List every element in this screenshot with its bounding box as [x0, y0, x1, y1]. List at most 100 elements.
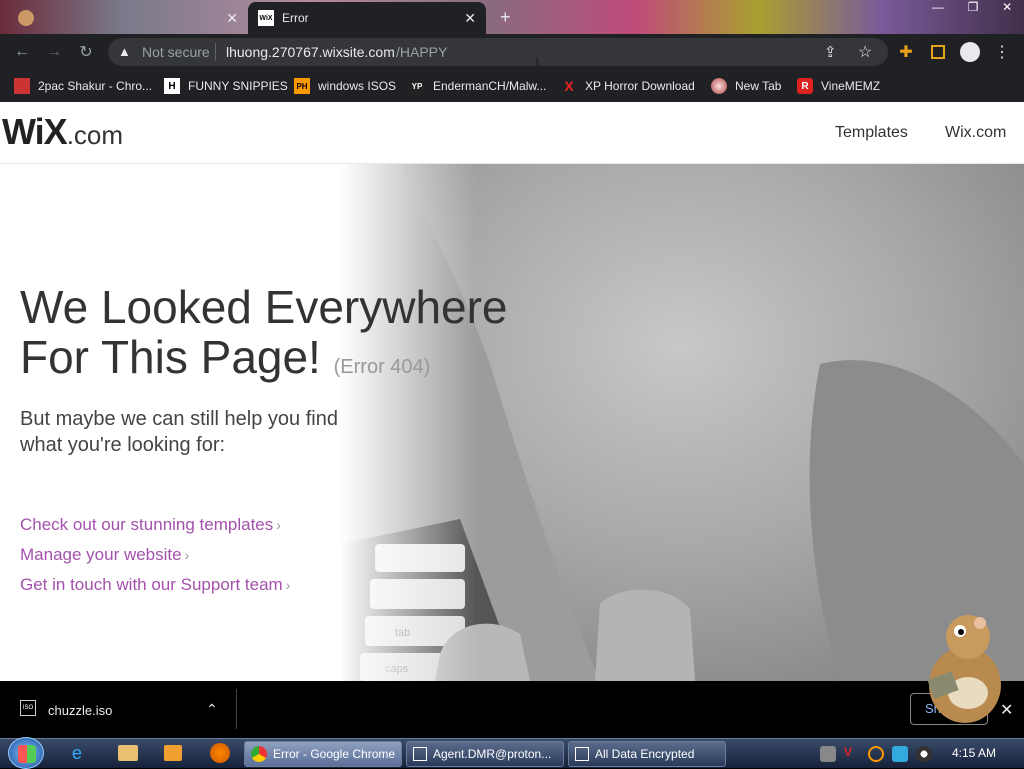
- media-player-icon[interactable]: [164, 745, 182, 761]
- r-icon: R: [797, 78, 813, 94]
- close-window-icon[interactable]: ✕: [1002, 0, 1012, 18]
- divider: [215, 43, 216, 61]
- ie-icon[interactable]: e: [72, 743, 82, 764]
- tab-active[interactable]: WiX Error ✕: [248, 2, 486, 34]
- tray-magnifier-icon[interactable]: [868, 746, 884, 762]
- taskbar-clock[interactable]: 4:15 AM: [952, 746, 996, 760]
- chevron-right-icon: ›: [276, 517, 281, 533]
- bookmark-item[interactable]: PH windows ISOS: [294, 76, 396, 96]
- windows-taskbar: e Error - Google Chrome Agent.DMR@proton…: [0, 737, 1024, 769]
- link-label: Get in touch with our Support team: [20, 575, 283, 594]
- chevron-right-icon: ›: [285, 577, 291, 593]
- hamster-mascot-icon: [927, 615, 1001, 723]
- downloads-bar: ISO chuzzle.iso ⌃ Sh ✕: [0, 615, 1024, 738]
- extensions-icon[interactable]: ✚: [896, 42, 916, 62]
- bookmark-item[interactable]: YP EndermanCH/Malw...: [409, 76, 546, 96]
- cat-photo: tab caps: [340, 164, 1024, 681]
- divider: [236, 689, 237, 729]
- browser-tab-bar: ✕ WiX Error ✕ + — ❐ ✕: [0, 0, 1024, 34]
- subtitle-line2: what you're looking for:: [20, 434, 226, 456]
- bookmark-label: 2pac Shakur - Chro...: [38, 79, 153, 93]
- tray-icon[interactable]: [820, 746, 836, 762]
- title-line1: We Looked Everywhere: [20, 281, 508, 333]
- back-icon[interactable]: ←: [12, 42, 32, 62]
- browser-toolbar: ← → ↻ ▲ Not secure lhuong.270767.wixsite…: [0, 34, 1024, 70]
- ph-icon: PH: [294, 78, 310, 94]
- address-bar[interactable]: ▲ Not secure lhuong.270767.wixsite.com /…: [108, 38, 888, 66]
- calendar-icon: [14, 78, 30, 94]
- bookmarks-bar: 2pac Shakur - Chro... H FUNNY SNIPPIES P…: [0, 70, 1024, 102]
- support-link[interactable]: Get in touch with our Support team ›: [20, 575, 290, 595]
- error-code: (Error 404): [333, 356, 431, 378]
- bookmark-label: windows ISOS: [318, 79, 397, 93]
- bookmark-item[interactable]: R VineMEMZ: [797, 76, 880, 96]
- nav-wix-com[interactable]: Wix.com: [945, 124, 1006, 142]
- share-icon[interactable]: ⇪: [824, 43, 837, 61]
- app-icon[interactable]: [210, 743, 230, 763]
- reload-icon[interactable]: ↻: [76, 42, 96, 62]
- globe-icon: [711, 78, 727, 94]
- security-label[interactable]: Not secure: [142, 44, 210, 60]
- link-label: Manage your website: [20, 545, 182, 564]
- h-icon: H: [164, 78, 180, 94]
- yp-icon: YP: [409, 78, 425, 94]
- nav-templates[interactable]: Templates: [835, 124, 908, 142]
- close-downloads-icon[interactable]: ✕: [1000, 700, 1013, 720]
- task-label: Agent.DMR@proton...: [433, 747, 552, 761]
- forward-icon[interactable]: →: [44, 42, 64, 62]
- bookmark-star-icon[interactable]: ☆: [858, 42, 872, 62]
- bookmark-label: EndermanCH/Malw...: [433, 79, 547, 93]
- logo-suffix: .com: [66, 120, 124, 150]
- bookmark-label: VineMEMZ: [821, 79, 881, 93]
- task-encrypted[interactable]: All Data Encrypted: [568, 741, 726, 767]
- download-filename[interactable]: chuzzle.iso: [48, 703, 112, 718]
- url-domain: lhuong.270767.wixsite.com: [226, 44, 395, 60]
- tray-v-icon[interactable]: v: [844, 743, 860, 760]
- window-icon: [413, 747, 427, 761]
- site-header: WiX.com Templates Wix.com: [0, 102, 1024, 164]
- chrome-icon: [251, 746, 267, 762]
- folder-icon[interactable]: [118, 745, 138, 761]
- text-cursor-icon: I: [535, 54, 540, 73]
- x-icon: X: [564, 78, 574, 94]
- tab-title: Error: [282, 11, 309, 25]
- url-path: /HAPPY: [396, 44, 448, 60]
- task-chrome[interactable]: Error - Google Chrome: [244, 741, 402, 767]
- bookmark-item[interactable]: 2pac Shakur - Chro...: [14, 76, 152, 96]
- page-subtitle: But maybe we can still help you find wha…: [20, 406, 400, 458]
- task-label: Error - Google Chrome: [273, 747, 396, 761]
- restore-icon[interactable]: ❐: [968, 0, 979, 18]
- tray-monitor-icon[interactable]: [892, 746, 908, 762]
- new-tab-button[interactable]: +: [500, 8, 518, 26]
- start-button[interactable]: [8, 737, 44, 769]
- tab-favicon: [18, 10, 34, 26]
- profile-avatar-icon[interactable]: [960, 42, 980, 62]
- templates-link[interactable]: Check out our stunning templates ›: [20, 515, 281, 535]
- close-icon[interactable]: ✕: [226, 10, 238, 27]
- side-panel-icon[interactable]: [928, 42, 948, 62]
- bookmark-label: New Tab: [735, 79, 782, 93]
- task-label: All Data Encrypted: [595, 747, 695, 761]
- tab-background[interactable]: ✕: [8, 2, 248, 34]
- minimize-icon[interactable]: —: [932, 0, 944, 18]
- bookmark-item[interactable]: New Tab: [711, 76, 781, 96]
- window-icon: [575, 747, 589, 761]
- iso-file-icon: ISO: [20, 700, 36, 716]
- link-label: Check out our stunning templates: [20, 515, 274, 534]
- title-line2: For This Page!: [20, 331, 321, 383]
- tray-volume-icon[interactable]: [916, 746, 932, 762]
- chevron-up-icon[interactable]: ⌃: [206, 701, 218, 718]
- wix-favicon-icon: WiX: [258, 10, 274, 26]
- bookmark-item[interactable]: H FUNNY SNIPPIES: [164, 76, 288, 96]
- bookmark-label: XP Horror Download: [585, 79, 695, 93]
- manage-website-link[interactable]: Manage your website ›: [20, 545, 189, 565]
- task-agent[interactable]: Agent.DMR@proton...: [406, 741, 564, 767]
- wix-logo[interactable]: WiX.com: [2, 111, 123, 153]
- chevron-right-icon: ›: [184, 547, 190, 563]
- windows-logo-icon: [18, 745, 36, 763]
- menu-kebab-icon[interactable]: ⋮: [992, 42, 1012, 62]
- bookmark-item[interactable]: X XP Horror Download: [561, 76, 695, 96]
- close-icon[interactable]: ✕: [464, 10, 476, 27]
- logo-main: WiX: [2, 111, 68, 152]
- warning-icon: ▲: [118, 44, 131, 59]
